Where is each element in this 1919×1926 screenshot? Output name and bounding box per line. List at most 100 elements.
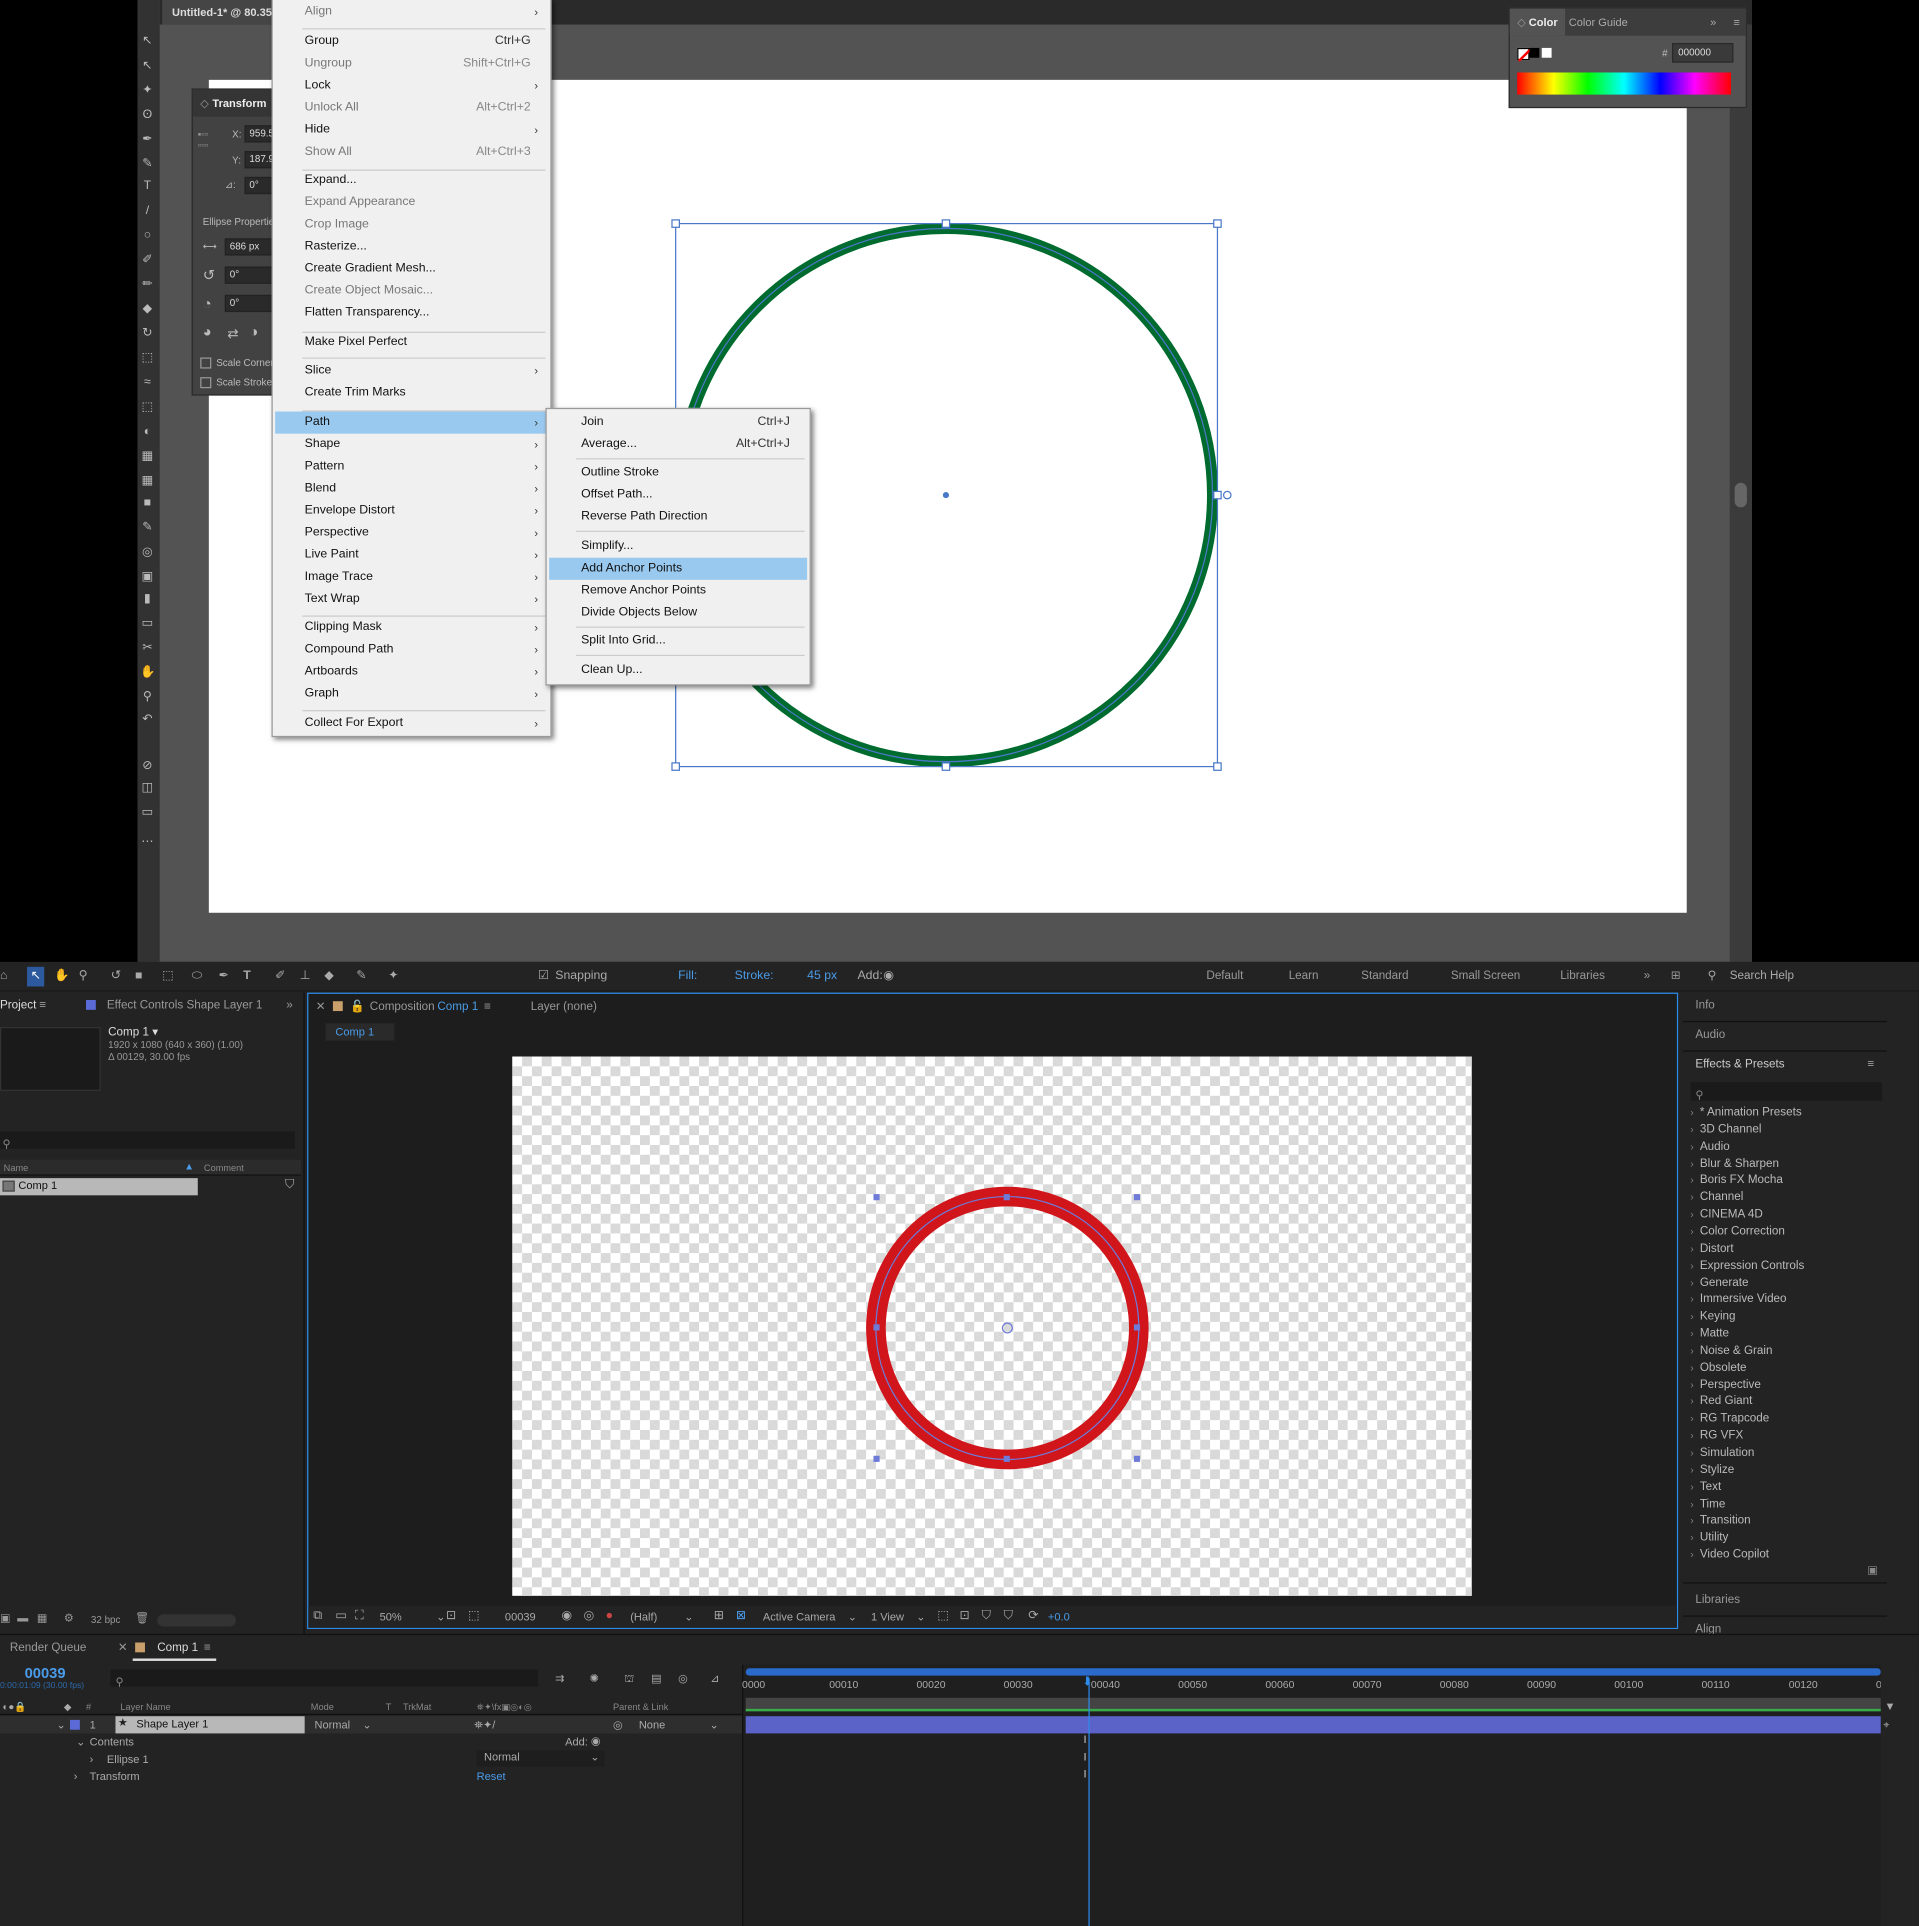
layer-name-cell[interactable]: ★ Shape Layer 1 — [115, 1716, 305, 1734]
effects-category-animation-presets[interactable]: › * Animation Presets — [1690, 1104, 1801, 1121]
contents-group[interactable]: Contents — [90, 1735, 134, 1750]
audio-panel-tab[interactable]: Audio — [1695, 1022, 1725, 1049]
bbox-handle[interactable] — [1133, 1455, 1141, 1462]
transform-reset-link[interactable]: Reset — [477, 1769, 506, 1784]
red-ellipse[interactable] — [866, 1186, 1149, 1470]
effects-search-field[interactable]: ⚲ — [1690, 1082, 1883, 1101]
comp-mini-flowchart-icon[interactable]: ⇉ — [555, 1671, 564, 1686]
graph-editor-icon[interactable]: ⊿ — [710, 1671, 719, 1686]
shy-layers-icon[interactable]: ⛫ — [624, 1671, 634, 1686]
timeline-current-time[interactable]: 00039 — [25, 1665, 66, 1682]
col-parent[interactable]: Parent & Link — [613, 1700, 668, 1715]
col-mode[interactable]: Mode — [311, 1700, 334, 1715]
effects-category-matte[interactable]: › Matte — [1690, 1326, 1729, 1343]
effects-category-rg-trapcode[interactable]: › RG Trapcode — [1690, 1411, 1769, 1428]
draft-3d-icon[interactable]: ✺ — [590, 1671, 599, 1686]
new-bin-icon[interactable]: ▣ — [1867, 1564, 1877, 1578]
playhead-icon[interactable]: ⬇ — [1082, 1676, 1092, 1690]
effects-category-time[interactable]: › Time — [1690, 1496, 1725, 1513]
transform-group[interactable]: Transform — [90, 1769, 140, 1784]
effects-category-label: Noise & Grain — [1699, 1343, 1773, 1358]
current-time-indicator[interactable] — [1088, 1678, 1090, 1926]
effects-category-label: Expression Controls — [1699, 1258, 1805, 1273]
effects-category-utility[interactable]: › Utility — [1690, 1530, 1728, 1547]
close-tab-icon[interactable]: ✕ — [118, 1635, 128, 1662]
switches-icons: ⛯✦\fx▣◎◐◎ — [476, 1701, 532, 1713]
effects-category-perspective[interactable]: › Perspective — [1690, 1377, 1760, 1394]
bbox-handle[interactable] — [1133, 1324, 1141, 1331]
contents-add-button-icon[interactable]: ◉ — [591, 1733, 601, 1748]
number-column-header: # — [85, 1701, 92, 1713]
layer-switches[interactable]: ⛯✦/ — [474, 1717, 495, 1732]
effects-category-cinema-4d[interactable]: › CINEMA 4D — [1690, 1207, 1762, 1224]
effects-category-noise-grain[interactable]: › Noise & Grain — [1690, 1343, 1772, 1360]
search-icon: ⚲ — [115, 1675, 124, 1688]
effects-category-color-correction[interactable]: › Color Correction — [1690, 1224, 1784, 1241]
effects-category-blur-sharpen[interactable]: › Blur & Sharpen — [1690, 1155, 1779, 1172]
effects-menu-icon[interactable]: ≡ — [1867, 1052, 1874, 1079]
effects-category-expression-controls[interactable]: › Expression Controls — [1690, 1258, 1804, 1275]
ellipse-mode-dropdown[interactable]: Normal ⌄ — [476, 1750, 605, 1767]
av-features-icons: ◐●🔒 — [2, 1701, 27, 1713]
bbox-handle[interactable] — [1133, 1194, 1141, 1201]
effects-category-label: Red Giant — [1699, 1394, 1753, 1409]
effects-category-rg-vfx[interactable]: › RG VFX — [1690, 1428, 1743, 1445]
bbox-handle[interactable] — [1003, 1455, 1010, 1462]
info-panel-tab[interactable]: Info — [1695, 993, 1714, 1020]
anchor-point-icon[interactable] — [1001, 1322, 1013, 1334]
col-trkmat[interactable]: TrkMat — [403, 1700, 431, 1715]
effects-category-video-copilot[interactable]: › Video Copilot — [1690, 1547, 1769, 1564]
motion-blur-icon[interactable]: ◎ — [678, 1671, 688, 1686]
work-area-bar[interactable] — [745, 1668, 1881, 1676]
effects-category-audio[interactable]: › Audio — [1690, 1138, 1729, 1155]
contents-twirl-icon[interactable]: ⌄ — [76, 1735, 85, 1750]
effects-category-simulation[interactable]: › Simulation — [1690, 1445, 1754, 1462]
label-column-icon: ◆ — [63, 1701, 72, 1713]
effects-category-immersive-video[interactable]: › Immersive Video — [1690, 1292, 1786, 1309]
effects-category-label: CINEMA 4D — [1699, 1207, 1763, 1222]
col-layer-name[interactable]: Layer Name — [120, 1700, 170, 1715]
ruler-tick-label: 00040 — [1090, 1678, 1120, 1691]
transform-twirl-icon[interactable]: › — [74, 1769, 78, 1784]
effects-category-transition[interactable]: › Transition — [1690, 1513, 1750, 1530]
bbox-handle[interactable] — [873, 1455, 880, 1462]
effects-category-generate[interactable]: › Generate — [1690, 1275, 1748, 1292]
timeline-search-field[interactable]: ⚲ — [110, 1669, 539, 1688]
frame-blending-icon[interactable]: ▤ — [651, 1671, 661, 1686]
pick-whip-icon[interactable]: ◎ — [613, 1717, 623, 1732]
effects-category-red-giant[interactable]: › Red Giant — [1690, 1394, 1752, 1411]
ae-viewer-overlay — [866, 1186, 1149, 1470]
effects-category-label: RG Trapcode — [1699, 1411, 1770, 1426]
search-icon: ⚲ — [1695, 1088, 1704, 1101]
effects-presets-title[interactable]: Effects & Presets — [1695, 1052, 1784, 1079]
bbox-handle[interactable] — [1003, 1194, 1010, 1201]
parent-dropdown[interactable]: None ⌄ — [639, 1717, 719, 1732]
tab-render-queue[interactable]: Render Queue — [10, 1635, 87, 1662]
libraries-panel-tab[interactable]: Libraries — [1695, 1587, 1740, 1614]
effects-category-obsolete[interactable]: › Obsolete — [1690, 1360, 1746, 1377]
effects-category-boris-fx-mocha[interactable]: › Boris FX Mocha — [1690, 1172, 1782, 1189]
effects-category-distort[interactable]: › Distort — [1690, 1241, 1733, 1258]
twirl-open-icon[interactable]: ⌄ — [57, 1717, 66, 1732]
effects-category-stylize[interactable]: › Stylize — [1690, 1462, 1734, 1479]
bbox-handle[interactable] — [873, 1324, 880, 1331]
layer-mode-dropdown[interactable]: Normal ⌄ — [314, 1717, 371, 1732]
effects-category-label: Text — [1699, 1479, 1722, 1494]
layer-label-swatch[interactable] — [70, 1719, 80, 1730]
ruler-tick-label: 00120 — [1788, 1678, 1818, 1691]
effects-category-label: RG VFX — [1699, 1428, 1744, 1443]
effects-category-text[interactable]: › Text — [1690, 1479, 1721, 1496]
effects-category-3d-channel[interactable]: › 3D Channel — [1690, 1121, 1761, 1138]
ruler-tick-label: 00080 — [1439, 1678, 1469, 1691]
effects-category-channel[interactable]: › Channel — [1690, 1189, 1743, 1206]
ellipse-group[interactable]: Ellipse 1 — [107, 1752, 149, 1767]
ellipse-twirl-icon[interactable]: › — [90, 1752, 94, 1767]
layer-marker-icon[interactable]: ⌖ — [1883, 1719, 1889, 1733]
effects-category-label: Time — [1699, 1496, 1726, 1511]
layer-duration-bar[interactable] — [745, 1716, 1881, 1734]
layer-name: Shape Layer 1 — [136, 1717, 209, 1730]
effects-category-keying[interactable]: › Keying — [1690, 1309, 1735, 1326]
col-t[interactable]: T — [386, 1700, 392, 1715]
bbox-handle[interactable] — [873, 1194, 880, 1201]
comp-marker-bin-icon[interactable]: ▼ — [1885, 1700, 1896, 1712]
